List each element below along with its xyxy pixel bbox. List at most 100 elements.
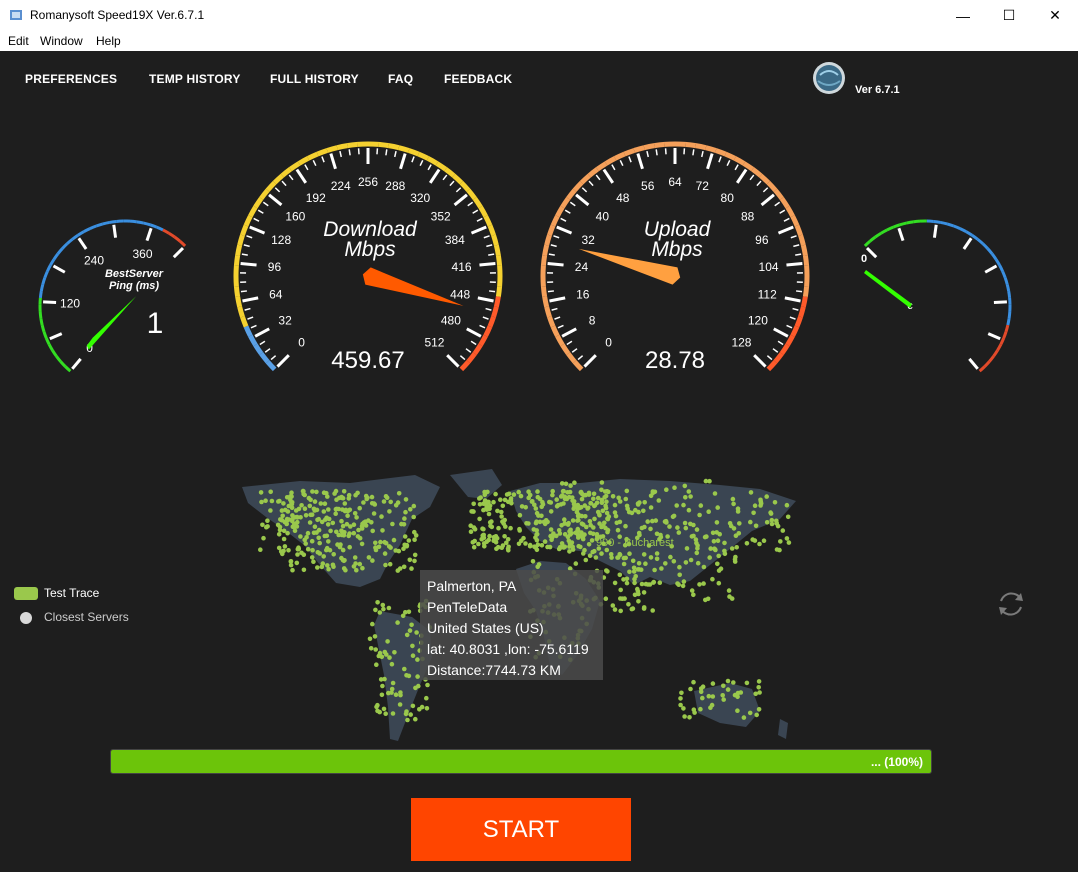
refresh-icon[interactable] bbox=[994, 587, 1028, 621]
server-dot bbox=[591, 525, 596, 530]
server-dot bbox=[310, 489, 315, 494]
server-dot bbox=[286, 503, 292, 509]
server-dot bbox=[499, 509, 504, 515]
gauge-rim-segment bbox=[43, 270, 49, 279]
server-dot bbox=[554, 533, 559, 539]
server-dot bbox=[480, 526, 485, 531]
server-dot bbox=[708, 705, 713, 710]
gauge-rim-segment bbox=[1005, 283, 1011, 292]
server-dot bbox=[527, 543, 533, 549]
server-dot bbox=[599, 487, 604, 493]
server-dot bbox=[526, 489, 531, 494]
server-dot bbox=[737, 521, 742, 526]
gauge-rim-segment bbox=[880, 228, 888, 235]
server-dot bbox=[324, 515, 329, 521]
server-dot bbox=[531, 527, 537, 532]
ping-needle bbox=[86, 296, 137, 350]
minor-tick bbox=[595, 174, 601, 181]
server-dot bbox=[597, 512, 602, 517]
gauge-rim-segment bbox=[233, 286, 241, 298]
server-dot bbox=[315, 550, 321, 555]
minimize-button[interactable]: — bbox=[940, 0, 986, 31]
gauge-rim-segment bbox=[109, 219, 117, 224]
server-dot bbox=[656, 498, 662, 503]
gauge-rim-segment bbox=[874, 231, 882, 239]
tick-label: 72 bbox=[696, 179, 710, 193]
server-dot bbox=[383, 562, 388, 568]
major-tick bbox=[968, 357, 979, 370]
gauge-rim-segment bbox=[643, 143, 655, 151]
server-dot bbox=[772, 500, 778, 505]
major-tick bbox=[145, 227, 153, 242]
menu-help[interactable]: Help bbox=[96, 34, 121, 48]
server-dot bbox=[550, 492, 555, 498]
gauge-rim-segment bbox=[459, 180, 471, 192]
nav-full-history[interactable]: FULL HISTORY bbox=[270, 72, 359, 86]
gauge-rim-segment bbox=[316, 148, 328, 157]
server-dot bbox=[612, 580, 618, 586]
minor-tick bbox=[762, 187, 769, 193]
server-dot bbox=[701, 581, 706, 586]
gauge-rim-segment bbox=[953, 224, 961, 230]
tick-label: 48 bbox=[616, 191, 630, 205]
gauge-rim-segment bbox=[790, 325, 800, 338]
minor-tick bbox=[777, 340, 784, 346]
server-dot bbox=[715, 561, 720, 567]
server-dot bbox=[505, 537, 511, 542]
tick-label: 80 bbox=[721, 191, 735, 205]
gauge-rim-segment bbox=[40, 324, 46, 333]
gauge-rim-segment bbox=[794, 316, 803, 328]
major-tick bbox=[254, 327, 270, 338]
server-dot bbox=[337, 495, 342, 501]
server-dot bbox=[612, 502, 618, 508]
server-dot bbox=[747, 710, 753, 716]
start-button[interactable]: START bbox=[411, 798, 631, 861]
gauge-rim-segment bbox=[542, 296, 550, 308]
server-dot bbox=[319, 564, 325, 570]
tick-label: 224 bbox=[331, 179, 351, 193]
server-dot bbox=[281, 548, 286, 554]
gauge-rim-segment bbox=[102, 220, 110, 226]
server-dot bbox=[470, 540, 476, 545]
server-dot bbox=[276, 545, 282, 551]
server-dot bbox=[624, 488, 630, 494]
server-dot bbox=[756, 685, 761, 690]
nav-preferences[interactable]: PREFERENCES bbox=[25, 72, 117, 86]
maximize-button[interactable]: ☐ bbox=[986, 0, 1032, 31]
server-dot bbox=[318, 501, 324, 506]
gauge-rim-segment bbox=[42, 331, 48, 339]
menu-window[interactable]: Window bbox=[40, 34, 83, 48]
gauge-rim-segment bbox=[540, 286, 548, 298]
server-dot bbox=[311, 506, 317, 512]
minor-tick bbox=[321, 156, 325, 163]
menu-edit[interactable]: Edit bbox=[8, 34, 29, 48]
gauge-rim-segment bbox=[572, 180, 584, 192]
server-dot bbox=[753, 523, 759, 529]
server-dot bbox=[539, 504, 544, 510]
close-button[interactable]: ✕ bbox=[1032, 0, 1078, 31]
server-dot bbox=[688, 494, 693, 499]
minor-tick bbox=[551, 307, 558, 311]
server-dot bbox=[712, 491, 718, 496]
gauge-rim-segment bbox=[49, 258, 56, 267]
server-dot bbox=[727, 594, 732, 599]
server-dot bbox=[648, 526, 653, 532]
server-dot bbox=[366, 555, 372, 560]
minor-tick bbox=[244, 307, 251, 311]
server-dot bbox=[524, 521, 529, 526]
gauge-rim-segment bbox=[544, 234, 552, 246]
gauge-rim-segment bbox=[798, 306, 806, 318]
major-tick bbox=[470, 225, 487, 235]
server-dot bbox=[648, 505, 654, 510]
server-dot bbox=[489, 524, 495, 530]
gauge-rim-segment bbox=[794, 224, 803, 236]
nav-faq[interactable]: FAQ bbox=[388, 72, 413, 86]
server-dot bbox=[777, 547, 782, 553]
server-dot bbox=[390, 680, 396, 686]
major-tick bbox=[268, 193, 283, 207]
nav-feedback[interactable]: FEEDBACK bbox=[444, 72, 512, 86]
gauge-rim-segment bbox=[547, 224, 556, 236]
server-dot bbox=[698, 503, 704, 508]
nav-temp-history[interactable]: TEMP HISTORY bbox=[149, 72, 241, 86]
server-dot bbox=[627, 551, 632, 556]
